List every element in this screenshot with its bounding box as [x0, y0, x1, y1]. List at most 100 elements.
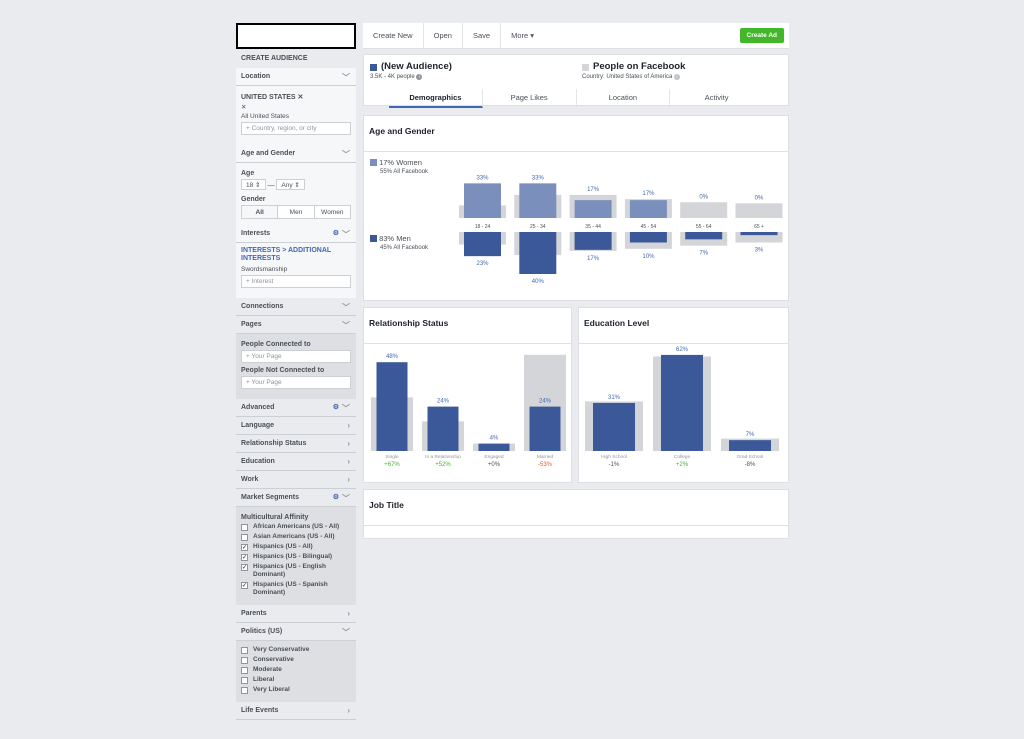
section-language[interactable]: Language › — [236, 417, 356, 435]
section-connections[interactable]: Connections ﹀ — [236, 298, 356, 316]
gender-all-button[interactable]: All — [242, 206, 279, 218]
checkbox-box[interactable] — [241, 647, 248, 654]
checkbox-item[interactable]: Very Liberal — [241, 686, 351, 694]
checkbox-item[interactable]: ✓ Hispanics (US - Spanish Dominant) — [241, 581, 351, 597]
checkbox-item[interactable]: African Americans (US - All) — [241, 523, 351, 531]
women-data-label: 17% — [587, 187, 600, 193]
checkmark-icon[interactable]: ✓ — [241, 564, 248, 571]
age-tick-label: 25 - 34 — [530, 224, 546, 230]
section-education[interactable]: Education › — [236, 453, 356, 471]
remove-location-icon[interactable]: ✕ — [241, 104, 246, 111]
age-gender-title: Age and Gender — [364, 116, 788, 152]
location-selected: UNITED STATES ✕ — [241, 93, 351, 101]
men-bar — [464, 232, 501, 257]
section-age-gender[interactable]: Age and Gender ﹀ — [236, 145, 356, 163]
tab-page-likes[interactable]: Page Likes — [483, 89, 577, 108]
category-tick-label: High School — [601, 454, 627, 460]
section-market-segments-label: Market Segments — [241, 494, 299, 501]
toolbar: Create New Open Save More ▾ Create Ad — [363, 22, 789, 49]
checkbox-box[interactable] — [241, 687, 248, 694]
change-label: +2% — [676, 462, 689, 468]
pages-body: People Connected to + Your Page People N… — [236, 334, 356, 399]
checkbox-box[interactable] — [241, 534, 248, 541]
tab-activity[interactable]: Activity — [670, 89, 763, 108]
gear-icon[interactable]: ⚙ — [333, 403, 339, 411]
section-life-events[interactable]: Life Events › — [236, 702, 356, 720]
checkbox-item[interactable]: Liberal — [241, 676, 351, 684]
relationship-card: Relationship Status 48% Single +67% 24% In a… — [363, 307, 572, 483]
section-parents[interactable]: Parents › — [236, 605, 356, 623]
checkmark-icon[interactable]: ✓ — [241, 544, 248, 551]
checkbox-label: Hispanics (US - Bilingual) — [253, 553, 333, 560]
job-title-heading: Job Title — [364, 490, 788, 526]
connected-label: People Connected to — [241, 341, 311, 348]
gear-icon[interactable]: ⚙ — [333, 229, 339, 237]
men-bar — [740, 232, 778, 236]
checkmark-icon[interactable]: ✓ — [241, 582, 248, 589]
men-data-label: 10% — [642, 254, 655, 260]
checkbox-item[interactable]: ✓ Hispanics (US - Bilingual) — [241, 553, 351, 561]
location-sub: All United States — [241, 113, 290, 120]
close-icon[interactable]: ✕ — [298, 94, 304, 101]
checkbox-box[interactable] — [241, 677, 248, 684]
men-data-label: 23% — [476, 261, 489, 267]
women-data-label: 0% — [699, 194, 708, 200]
connected-page-input[interactable]: + Your Page — [241, 350, 351, 363]
section-interests[interactable]: Interests ⚙ ﹀ — [236, 225, 356, 243]
save-button[interactable]: Save — [463, 22, 502, 49]
section-relationship-status[interactable]: Relationship Status › — [236, 435, 356, 453]
checkbox-item[interactable]: ✓ Hispanics (US - All) — [241, 543, 351, 551]
not-connected-page-input[interactable]: + Your Page — [241, 376, 351, 389]
info-icon[interactable]: i — [416, 74, 423, 80]
men-bar — [519, 232, 557, 274]
section-advanced-label: Advanced — [241, 404, 275, 411]
women-data-label: 17% — [642, 191, 655, 197]
open-button[interactable]: Open — [424, 22, 463, 49]
checkbox-label: Hispanics (US - Spanish Dominant) — [253, 581, 328, 596]
checkbox-item[interactable]: Asian Americans (US - All) — [241, 533, 351, 541]
location-selected-text: UNITED STATES — [241, 94, 296, 101]
gender-women-button[interactable]: Women — [315, 206, 350, 218]
tab-demographics[interactable]: Demographics — [389, 89, 483, 108]
gender-men-button[interactable]: Men — [278, 206, 315, 218]
location-input[interactable]: + Country, region, or city — [241, 122, 351, 135]
create-new-button[interactable]: Create New — [363, 22, 424, 49]
section-pages[interactable]: Pages ﹀ — [236, 316, 356, 334]
checkbox-item[interactable]: Conservative — [241, 656, 351, 664]
section-work[interactable]: Work › — [236, 471, 356, 489]
checkbox-item[interactable]: Very Conservative — [241, 646, 351, 654]
data-label: 62% — [676, 347, 689, 353]
gear-icon[interactable]: ⚙ — [333, 493, 339, 501]
facebook-title: People on Facebook — [593, 61, 686, 72]
tab-location[interactable]: Location — [577, 89, 671, 108]
women-bar — [464, 183, 501, 218]
more-button[interactable]: More ▾ — [501, 23, 544, 49]
age-to-select[interactable]: Any ⇕ — [276, 179, 305, 190]
category-tick-label: Single — [385, 454, 399, 460]
section-politics[interactable]: Politics (US) ﹀ — [236, 623, 356, 641]
checkbox-item[interactable]: ✓ Hispanics (US - English Dominant) — [241, 563, 351, 579]
facebook-swatch — [582, 64, 589, 71]
interest-input[interactable]: + Interest — [241, 275, 351, 288]
checkbox-box[interactable] — [241, 657, 248, 664]
checkbox-item[interactable]: Moderate — [241, 666, 351, 674]
chevron-right-icon: › — [347, 457, 350, 466]
info-icon[interactable]: i — [674, 74, 681, 80]
facebook-country: Country: United States of America i — [582, 74, 681, 80]
interests-path[interactable]: INTERESTS > ADDITIONAL INTERESTS — [241, 247, 351, 263]
sidebar: CREATE AUDIENCE Location ﹀ UNITED STATES … — [236, 23, 356, 739]
checkmark-icon[interactable]: ✓ — [241, 554, 248, 561]
section-market-segments[interactable]: Market Segments ⚙ ﹀ — [236, 489, 356, 507]
checkbox-label: Liberal — [253, 676, 275, 683]
age-from-select[interactable]: 18 ⇕ — [241, 179, 266, 190]
job-title-card: Job Title — [363, 489, 789, 539]
section-work-label: Work — [241, 476, 259, 483]
checkbox-box[interactable] — [241, 667, 248, 674]
section-location[interactable]: Location ﹀ — [236, 68, 356, 86]
audience-size-text: 3.5K - 4K people — [370, 74, 415, 80]
tab-bar: Demographics Page Likes Location Activit… — [364, 89, 788, 108]
chevron-right-icon: › — [347, 609, 350, 618]
create-ad-button[interactable]: Create Ad — [739, 28, 784, 43]
checkbox-box[interactable] — [241, 524, 248, 531]
section-advanced[interactable]: Advanced ⚙ ﹀ — [236, 399, 356, 417]
